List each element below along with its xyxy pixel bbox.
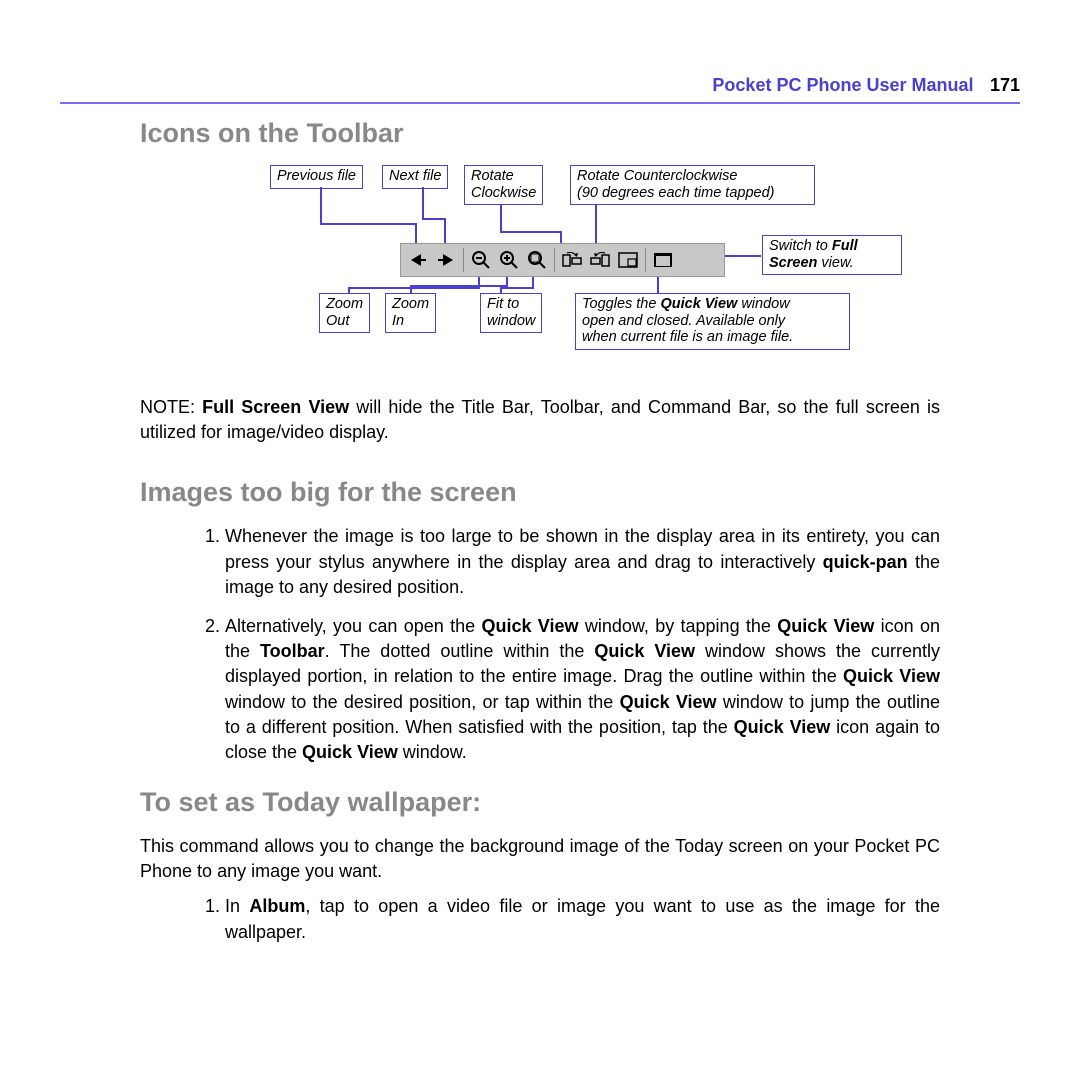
zoom-out-icon — [470, 249, 492, 271]
label-fit-window: Fit to window — [480, 293, 542, 333]
label-next-file: Next file — [382, 165, 448, 189]
separator-icon — [554, 248, 555, 272]
manual-title: Pocket PC Phone User Manual — [712, 75, 973, 95]
label-zoom-in: Zoom In — [385, 293, 436, 333]
images-too-big-list: Whenever the image is too large to be sh… — [225, 524, 940, 765]
label-quick-view: Toggles the Quick View window open and c… — [575, 293, 850, 350]
list-item: Whenever the image is too large to be sh… — [225, 524, 940, 600]
list-item: Alternatively, you can open the Quick Vi… — [225, 614, 940, 765]
page-number: 171 — [990, 75, 1020, 95]
heading-images-too-big: Images too big for the screen — [140, 477, 1020, 508]
label-rotate-ccw: Rotate Counterclockwise (90 degrees each… — [570, 165, 815, 205]
fit-window-icon — [526, 249, 548, 271]
label-previous-file: Previous file — [270, 165, 363, 189]
separator-icon — [463, 248, 464, 272]
label-zoom-out: Zoom Out — [319, 293, 370, 333]
toolbar-illustration — [400, 243, 725, 277]
heading-today-wallpaper: To set as Today wallpaper: — [140, 787, 1020, 818]
page-header: Pocket PC Phone User Manual 171 — [60, 75, 1020, 104]
zoom-in-icon — [498, 249, 520, 271]
toolbar-diagram: Previous file Next file Rotate Clockwise… — [200, 165, 1000, 375]
prev-file-icon — [407, 249, 429, 271]
rotate-cw-icon — [561, 249, 583, 271]
rotate-ccw-icon — [589, 249, 611, 271]
label-rotate-cw: Rotate Clockwise — [464, 165, 543, 205]
quick-view-icon — [617, 249, 639, 271]
separator-icon — [645, 248, 646, 272]
list-item: In Album, tap to open a video file or im… — [225, 894, 940, 944]
wallpaper-intro: This command allows you to change the ba… — [140, 834, 940, 884]
heading-icons-toolbar: Icons on the Toolbar — [140, 118, 1020, 149]
full-screen-icon — [652, 249, 674, 271]
next-file-icon — [435, 249, 457, 271]
note-paragraph: NOTE: Full Screen View will hide the Tit… — [140, 395, 940, 445]
wallpaper-list: In Album, tap to open a video file or im… — [225, 894, 940, 944]
label-full-screen: Switch to FullScreen view. — [762, 235, 902, 275]
